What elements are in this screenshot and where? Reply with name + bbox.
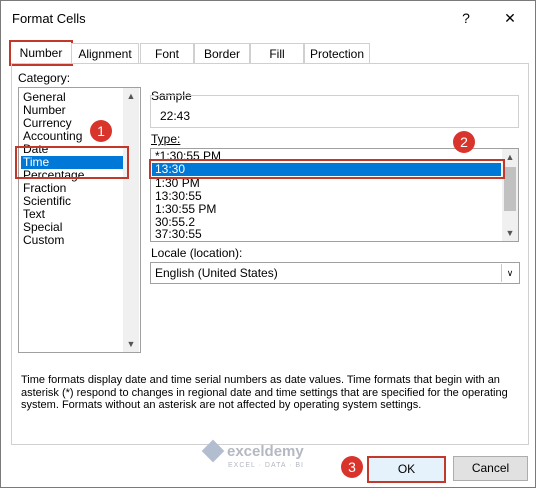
scroll-up-icon[interactable]: ▲	[123, 89, 139, 103]
watermark-name: exceldemy	[227, 443, 304, 460]
locale-value: English (United States)	[155, 266, 278, 280]
type-item[interactable]: 37:30:55	[155, 228, 202, 240]
ok-button[interactable]: OK	[367, 456, 446, 483]
sample-box: 22:43	[150, 95, 519, 128]
watermark-tagline: EXCEL · DATA · BI	[228, 462, 304, 469]
locale-label: Locale (location):	[151, 246, 243, 260]
category-label: Category:	[18, 71, 71, 85]
format-description: Time formats display date and time seria…	[21, 374, 508, 411]
tab-font[interactable]: Font	[140, 43, 194, 64]
tab-fill[interactable]: Fill	[250, 43, 304, 64]
dialog-title: Format Cells	[12, 11, 86, 26]
scroll-thumb[interactable]	[504, 167, 516, 211]
annotation-badge-2: 2	[453, 131, 475, 153]
chevron-down-icon[interactable]: ∨	[501, 264, 518, 282]
scroll-down-icon[interactable]: ▼	[502, 226, 518, 240]
type-item[interactable]: 13:30:55	[155, 190, 202, 202]
type-highlight-box	[149, 159, 505, 179]
sample-value: 22:43	[160, 109, 191, 123]
annotation-badge-3: 3	[341, 456, 363, 478]
title-bar: Format Cells ? ✕	[1, 1, 535, 35]
type-label: Type:	[151, 132, 181, 146]
type-item[interactable]: 1:30:55 PM	[155, 203, 216, 215]
category-highlight-box	[15, 146, 129, 179]
scroll-down-icon[interactable]: ▼	[123, 337, 139, 351]
locale-dropdown[interactable]: English (United States) ∨	[150, 262, 520, 284]
help-button[interactable]: ?	[456, 7, 476, 29]
cancel-button[interactable]: Cancel	[453, 456, 528, 481]
tab-alignment[interactable]: Alignment	[71, 43, 139, 64]
tab-protection[interactable]: Protection	[304, 43, 370, 64]
category-item[interactable]: Custom	[23, 234, 64, 247]
category-list[interactable]: General Number Currency Accounting Date …	[18, 87, 141, 353]
annotation-badge-1: 1	[90, 120, 112, 142]
close-button[interactable]: ✕	[499, 7, 521, 29]
category-scrollbar[interactable]: ▲ ▼	[123, 88, 139, 352]
format-cells-dialog: Format Cells ? ✕ Number Alignment Font B…	[0, 0, 536, 488]
tab-border[interactable]: Border	[194, 43, 250, 64]
